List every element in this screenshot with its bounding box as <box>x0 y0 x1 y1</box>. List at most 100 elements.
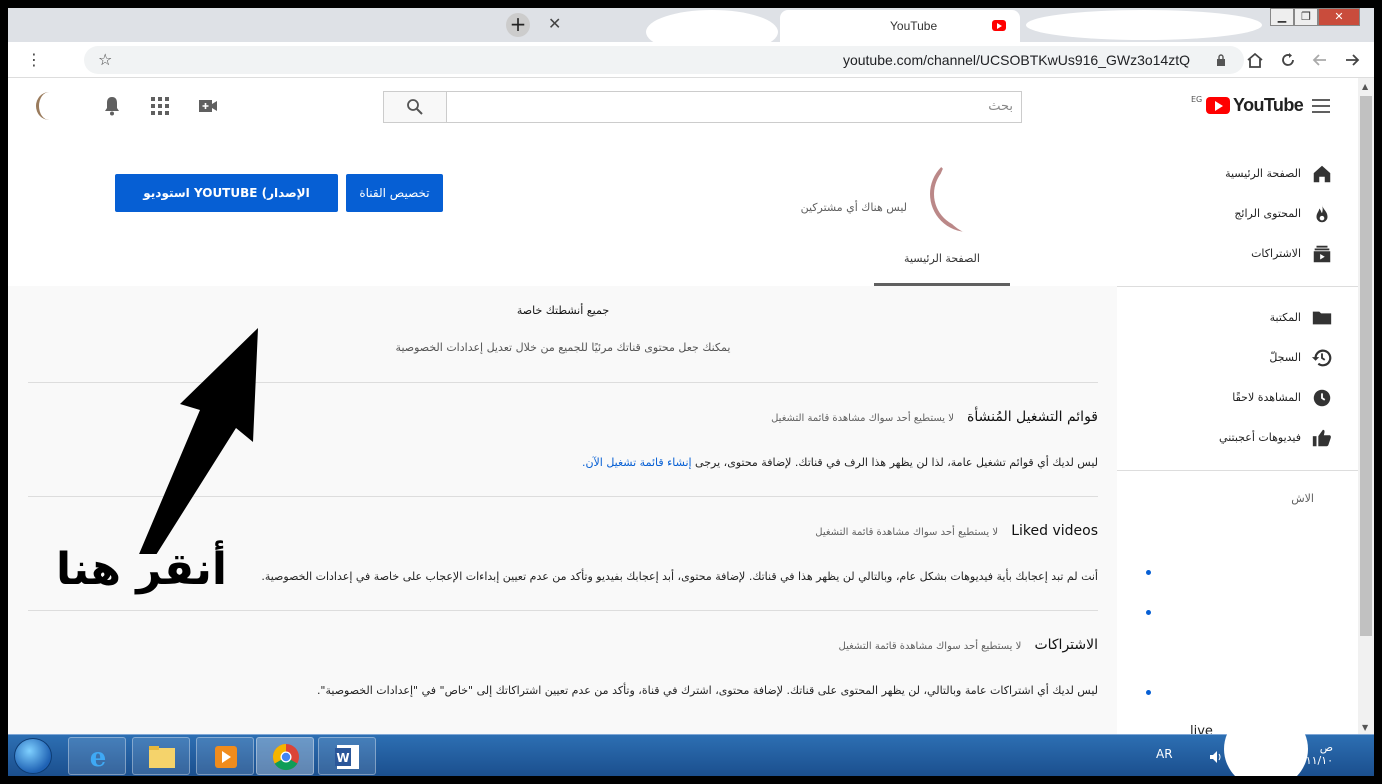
channel-page: استوديو YOUTUBE (الإصدار التجريبي) تخصيص… <box>8 134 1117 734</box>
privacy-title: جميع أنشطتك خاصة <box>516 304 610 317</box>
section-heading-subscriptions: الاشتراكات لا يستطيع أحد سواك مشاهدة قائ… <box>839 634 1099 653</box>
section-body-text: ليس لديك أي قوائم تشغيل عامة، لذا لن يظه… <box>691 456 1098 469</box>
sidebar-item-history[interactable]: السجلّ <box>1117 338 1358 378</box>
file-explorer-taskbar-button[interactable] <box>132 737 190 775</box>
tab-home[interactable]: الصفحة الرئيسية <box>874 244 1010 286</box>
guide-sidebar: الصفحة الرئيسية المحتوى الرائج الاشتراكا… <box>1117 134 1358 739</box>
section-note: لا يستطيع أحد سواك مشاهدة قائمة التشغيل <box>815 527 999 538</box>
thumbs-up-icon <box>1312 429 1331 447</box>
minimize-button[interactable]: ▁ <box>1270 8 1294 26</box>
sidebar-item-liked-videos[interactable]: فيديوهات أعجبتني <box>1117 418 1358 458</box>
scrollbar-thumb[interactable] <box>1360 96 1372 636</box>
sidebar-item-label: المشاهدة لاحقًا <box>1232 391 1301 404</box>
scroll-down-icon[interactable]: ▼ <box>1362 723 1368 732</box>
redacted-avatar <box>938 144 1024 236</box>
sidebar-item-library[interactable]: المكتبة <box>1117 298 1358 338</box>
forward-arrow-icon[interactable] <box>1344 52 1360 68</box>
section-title: الاشتراكات <box>1034 637 1098 653</box>
chrome-icon <box>272 743 299 771</box>
lock-icon <box>1217 54 1225 66</box>
youtube-play-logo-icon <box>1206 97 1230 114</box>
hamburger-menu-icon[interactable] <box>1309 94 1333 118</box>
library-icon <box>1312 311 1332 325</box>
clock-time: ص <box>1319 741 1334 754</box>
section-heading-playlists: قوائم التشغيل المُنشأة لا يستطيع أحد سوا… <box>771 406 1098 425</box>
apps-grid-icon[interactable] <box>148 94 172 118</box>
folder-icon <box>149 746 175 768</box>
sidebar-item-watch-later[interactable]: المشاهدة لاحقًا <box>1117 378 1358 418</box>
media-player-taskbar-button[interactable] <box>196 737 254 775</box>
sidebar-section-heading: الاش <box>1291 492 1314 505</box>
sidebar-item-label: المكتبة <box>1269 311 1301 324</box>
live-indicator-icon <box>1146 690 1151 695</box>
reload-icon[interactable] <box>1280 52 1296 68</box>
watch-later-icon <box>1313 389 1331 407</box>
url-text: youtube.com/channel/UCSOBTKwUs916_GWz3o1… <box>842 52 1190 68</box>
live-indicator-icon <box>1146 570 1151 575</box>
create-video-icon[interactable] <box>196 94 220 118</box>
browser-tab-strip: + ✕ YouTube ▁ ❐ ✕ <box>8 8 1374 54</box>
sidebar-item-label: الصفحة الرئيسية <box>1225 167 1301 180</box>
chrome-taskbar-button[interactable] <box>256 737 314 775</box>
live-indicator-icon <box>1146 610 1151 615</box>
region-code: EG <box>1191 95 1203 104</box>
sidebar-item-subscriptions[interactable]: الاشتراكات <box>1117 234 1358 274</box>
youtube-logo[interactable]: YouTube <box>1206 95 1304 118</box>
divider <box>1117 286 1358 287</box>
sidebar-item-home[interactable]: الصفحة الرئيسية <box>1117 154 1358 194</box>
svg-text:e: e <box>90 743 107 773</box>
trending-icon <box>1316 204 1328 223</box>
avatar[interactable] <box>36 92 62 120</box>
menu-dots-icon[interactable]: ⋮ <box>26 50 42 70</box>
section-title: Liked videos <box>1011 523 1098 539</box>
internet-explorer-taskbar-button[interactable]: e <box>68 737 126 775</box>
input-language-indicator[interactable]: AR <box>1156 747 1173 761</box>
channel-header: استوديو YOUTUBE (الإصدار التجريبي) تخصيص… <box>8 134 1117 286</box>
create-playlist-link[interactable]: إنشاء قائمة تشغيل الآن. <box>582 456 692 469</box>
sidebar-item-label: المحتوى الرائج <box>1234 207 1301 220</box>
divider <box>28 610 1098 611</box>
section-body-subscriptions: ليس لديك أي اشتراكات عامة وبالتالي، لن ي… <box>316 684 1098 697</box>
sidebar-item-trending[interactable]: المحتوى الرائج <box>1117 194 1358 234</box>
system-clock[interactable]: ص ١١/١٠/ <box>1302 741 1333 767</box>
subscriber-count: ليس هناك أي مشتركين <box>800 201 907 214</box>
scroll-up-icon[interactable]: ▲ <box>1362 82 1368 91</box>
section-title: قوائم التشغيل المُنشأة <box>967 409 1098 425</box>
search-icon <box>407 99 423 115</box>
section-note: لا يستطيع أحد سواك مشاهدة قائمة التشغيل <box>838 641 1022 652</box>
home-icon[interactable] <box>1246 52 1264 68</box>
youtube-masthead: بحث EG YouTube <box>8 78 1358 134</box>
page-scrollbar[interactable]: ▲ ▼ <box>1358 78 1374 734</box>
maximize-button[interactable]: ❐ <box>1294 8 1318 26</box>
tab-close-icon[interactable]: ✕ <box>548 14 561 33</box>
notifications-bell-icon[interactable] <box>100 94 124 118</box>
windows-taskbar: e W AR ص ١١/١٠/ <box>8 709 1374 776</box>
youtube-studio-button[interactable]: استوديو YOUTUBE (الإصدار التجريبي) <box>115 174 338 238</box>
start-button[interactable] <box>14 738 52 774</box>
media-player-icon <box>215 746 237 768</box>
section-body-playlists: ليس لديك أي قوائم تشغيل عامة، لذا لن يظه… <box>582 456 1098 469</box>
divider <box>1117 470 1358 471</box>
tab-youtube[interactable]: YouTube <box>780 10 1020 42</box>
bookmark-star-icon[interactable]: ☆ <box>98 50 112 70</box>
annotation-arrow-icon <box>139 328 258 554</box>
sidebar-item-label: السجلّ <box>1269 351 1301 364</box>
tab-title: YouTube <box>890 19 938 33</box>
word-taskbar-button[interactable]: W <box>318 737 376 775</box>
volume-icon[interactable] <box>1208 749 1224 765</box>
click-here-annotation: أنقر هنا <box>56 544 227 595</box>
svg-text:W: W <box>336 751 349 765</box>
new-tab-button[interactable]: + <box>506 13 530 37</box>
home-icon <box>1313 165 1331 183</box>
redacted-tab[interactable] <box>1026 10 1262 40</box>
internet-explorer-icon: e <box>90 743 107 773</box>
sidebar-item-label: الاشتراكات <box>1251 247 1301 260</box>
word-icon: W <box>335 745 359 769</box>
search-input[interactable]: بحث <box>446 91 1022 123</box>
subscriptions-icon <box>1313 245 1331 263</box>
window-close-button[interactable]: ✕ <box>1318 8 1360 26</box>
search-button[interactable] <box>383 91 447 123</box>
address-bar[interactable]: ☆ youtube.com/channel/UCSOBTKwUs916_GWz3… <box>84 46 1244 74</box>
back-arrow-icon[interactable] <box>1312 52 1328 68</box>
customize-channel-button[interactable]: تخصيص القناة <box>346 174 443 212</box>
